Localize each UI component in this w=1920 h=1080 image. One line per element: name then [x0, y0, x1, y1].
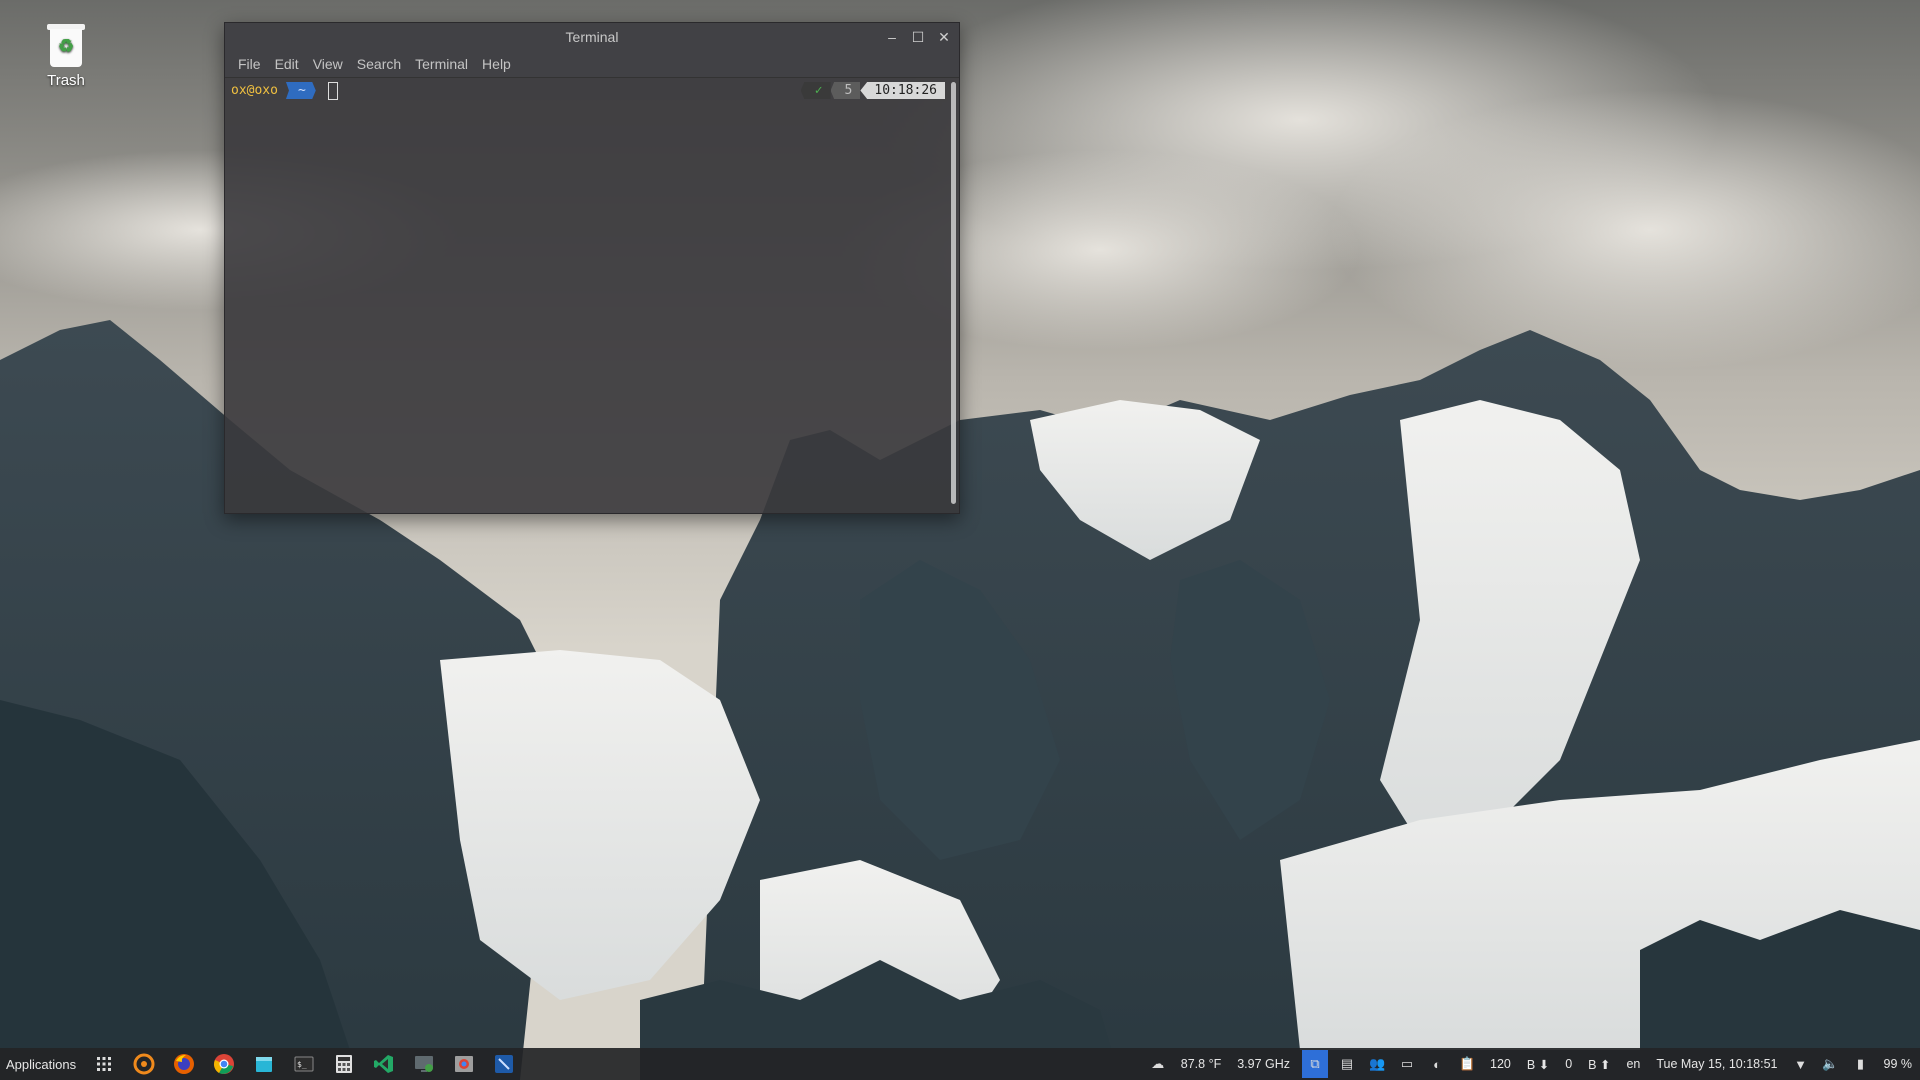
- network-zero: 0: [1565, 1057, 1573, 1071]
- close-icon: ✕: [938, 29, 950, 45]
- network-download: B ⬇: [1526, 1057, 1550, 1072]
- menu-search[interactable]: Search: [350, 56, 408, 72]
- battery-icon[interactable]: ▮: [1852, 1055, 1870, 1073]
- file-manager-launcher[interactable]: [251, 1051, 277, 1077]
- terminal-launcher[interactable]: $_: [291, 1051, 317, 1077]
- people-tray-icon[interactable]: 👥: [1368, 1055, 1386, 1073]
- terminal-scrollbar[interactable]: [951, 82, 956, 504]
- firefox-launcher[interactable]: [171, 1051, 197, 1077]
- weather-temperature[interactable]: 87.8 °F: [1181, 1057, 1221, 1071]
- prompt-time: 10:18:26: [860, 82, 945, 99]
- terminal-icon: $_: [294, 1056, 314, 1072]
- menu-file[interactable]: File: [231, 56, 268, 72]
- right-prompt: ✓ 5 10:18:26: [800, 82, 945, 99]
- menu-help[interactable]: Help: [475, 56, 518, 72]
- tray-counter[interactable]: 120: [1490, 1057, 1511, 1071]
- toggle-tray-icon[interactable]: ◐: [1428, 1055, 1446, 1073]
- close-button[interactable]: ✕: [933, 27, 955, 47]
- window-titlebar[interactable]: Terminal – ☐ ✕: [225, 23, 959, 51]
- app-grid-launcher[interactable]: [91, 1051, 117, 1077]
- editor-launcher[interactable]: [491, 1051, 517, 1077]
- status-ok-icon: ✓: [800, 82, 831, 99]
- applications-menu-button[interactable]: Applications: [0, 1057, 84, 1072]
- system-monitor-launcher[interactable]: [411, 1051, 437, 1077]
- menu-edit[interactable]: Edit: [268, 56, 306, 72]
- minimize-icon: –: [888, 29, 896, 45]
- cpu-frequency[interactable]: 3.97 GHz: [1237, 1057, 1290, 1071]
- clock[interactable]: Tue May 15, 10:18:51: [1656, 1057, 1777, 1071]
- prompt-user-host: ox@oxo: [231, 83, 278, 98]
- svg-text:$_: $_: [297, 1060, 307, 1069]
- software-center-launcher[interactable]: [131, 1051, 157, 1077]
- window-title: Terminal: [565, 29, 619, 45]
- clipboard-tray-icon[interactable]: 📋: [1458, 1055, 1476, 1073]
- chrome-icon: [214, 1054, 235, 1074]
- weather-icon[interactable]: ☁: [1149, 1055, 1167, 1073]
- keyboard-layout[interactable]: en: [1626, 1057, 1640, 1071]
- chrome-launcher[interactable]: [211, 1051, 237, 1077]
- file-manager-icon: [256, 1057, 273, 1072]
- app-grid-icon: [97, 1057, 112, 1071]
- desktop-icon-trash[interactable]: ♻ Trash: [30, 24, 102, 89]
- minimize-button[interactable]: –: [881, 27, 903, 47]
- editor-icon: [495, 1055, 514, 1073]
- network-upload: B ⬆: [1588, 1057, 1611, 1072]
- desktop-icon-label: Trash: [47, 72, 85, 89]
- bottom-panel: Applications $_ ☁ 87.8 °F 3.97 GHz ⧉ ▤ 👥…: [0, 1048, 1920, 1080]
- terminal-content[interactable]: ox@oxo ~ ✓ 5 10:18:26: [225, 78, 959, 512]
- firefox-icon: [174, 1054, 195, 1074]
- ubuntu-software-icon: [133, 1053, 155, 1075]
- wifi-icon[interactable]: ▼: [1792, 1055, 1810, 1073]
- menu-terminal[interactable]: Terminal: [408, 56, 475, 72]
- vscode-launcher[interactable]: [371, 1051, 397, 1077]
- chrome-alt-launcher[interactable]: [451, 1051, 477, 1077]
- menu-bar: File Edit View Search Terminal Help: [225, 51, 959, 78]
- display-tray-icon[interactable]: ▭: [1398, 1055, 1416, 1073]
- prompt-jobs-count: 5: [830, 82, 861, 99]
- terminal-window[interactable]: Terminal – ☐ ✕ File Edit View Search Ter…: [224, 22, 960, 514]
- chrome-alt-icon: [455, 1056, 474, 1072]
- calculator-icon: [336, 1055, 353, 1073]
- trash-icon: ♻: [45, 24, 87, 68]
- maximize-icon: ☐: [911, 29, 925, 45]
- battery-percentage[interactable]: 99 %: [1884, 1057, 1913, 1071]
- shell-prompt: ox@oxo ~: [231, 81, 338, 100]
- screenshot-tray-icon[interactable]: ⧉: [1302, 1050, 1329, 1078]
- prompt-directory: ~: [285, 82, 316, 99]
- calculator-launcher[interactable]: [331, 1051, 357, 1077]
- workspace-tray-icon[interactable]: ▤: [1338, 1055, 1356, 1073]
- menu-view[interactable]: View: [306, 56, 350, 72]
- maximize-button[interactable]: ☐: [907, 27, 929, 47]
- text-cursor: [327, 81, 338, 100]
- system-monitor-icon: [415, 1056, 434, 1072]
- volume-icon[interactable]: 🔈: [1822, 1055, 1840, 1073]
- vscode-icon: [374, 1055, 394, 1073]
